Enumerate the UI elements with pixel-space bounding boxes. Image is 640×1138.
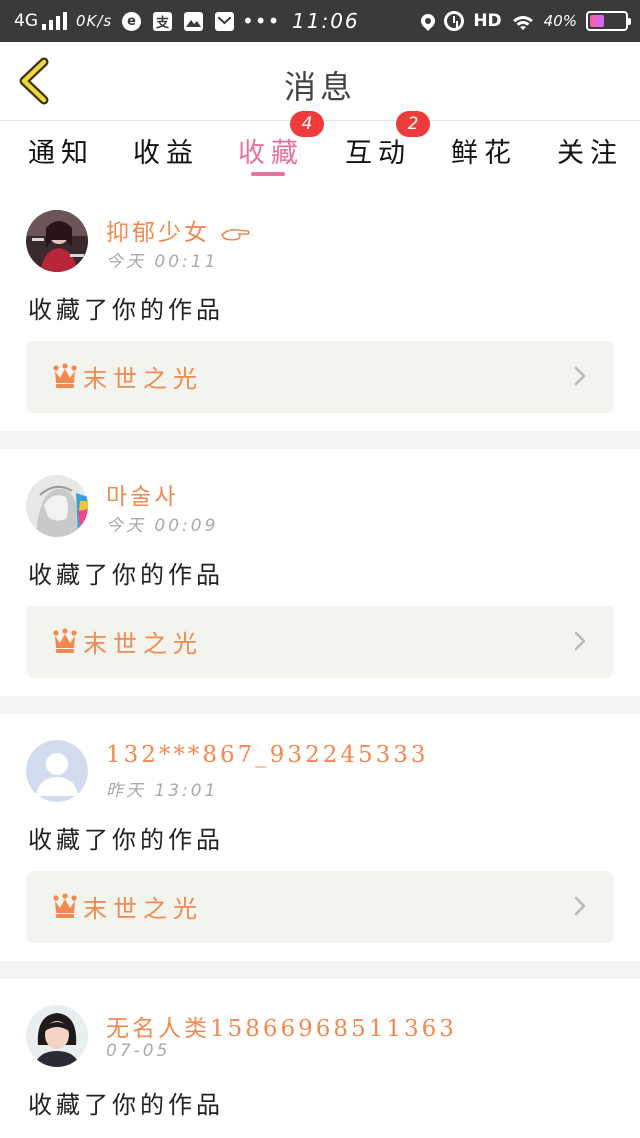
status-right: HD 40%	[418, 0, 631, 42]
card-separator	[0, 431, 640, 449]
page-title: 消息	[283, 68, 356, 106]
alarm-icon	[444, 11, 465, 31]
crown-icon	[53, 628, 77, 653]
message-time: 今天 00:09	[106, 516, 219, 536]
hd-indicator: HD	[473, 11, 502, 31]
message-action: 收藏了你的作品	[28, 561, 224, 589]
tab-notifications[interactable]: 通知	[28, 131, 94, 177]
work-title: 末世之光	[83, 630, 203, 658]
message-time: 昨天 13:01	[106, 781, 219, 801]
username-text: 抑郁少女	[106, 220, 210, 246]
pointing-hand-icon	[221, 229, 251, 241]
signal-area: 4G	[14, 0, 75, 42]
avatar[interactable]	[26, 740, 88, 802]
message-time: 今天 00:11	[106, 252, 219, 272]
message-action: 收藏了你的作品	[28, 296, 224, 324]
message-action: 收藏了你的作品	[28, 1091, 224, 1119]
message-tabs: 通知 收益 收藏 互动 鲜花 关注 4 2	[0, 111, 640, 187]
more-notifications: •••	[242, 9, 281, 33]
message-username[interactable]: 132***867_932245333	[106, 742, 429, 768]
message-action: 收藏了你的作品	[28, 826, 224, 854]
battery-icon	[586, 11, 631, 31]
clock-time: 11:06	[292, 9, 360, 33]
status-bar: 4G 0K/s e 支 ••• 11:06 HD 40%	[0, 0, 640, 42]
notification-icons: e 支	[122, 0, 234, 42]
crown-icon	[53, 893, 77, 918]
battery-level	[590, 15, 604, 27]
card-separator	[0, 961, 640, 979]
battery-percent: 40%	[543, 12, 577, 30]
favorited-work-link[interactable]: 末世之光	[27, 606, 613, 678]
tab-flowers[interactable]: 鲜花	[451, 131, 517, 177]
crown-icon	[53, 363, 77, 388]
network-speed: 0K/s	[76, 12, 113, 30]
active-tab-indicator	[251, 172, 285, 176]
favorited-work-link[interactable]: 末世之光	[27, 341, 613, 413]
interactions-count-badge: 2	[396, 111, 430, 137]
tab-interactions[interactable]: 互动	[345, 131, 411, 177]
card-separator	[0, 696, 640, 714]
edge-browser-icon: e	[122, 11, 141, 31]
chevron-right-icon	[574, 896, 586, 916]
location-icon	[418, 11, 439, 31]
work-title: 末世之光	[83, 895, 203, 923]
avatar[interactable]	[26, 475, 88, 537]
tab-favorites[interactable]: 收藏	[238, 131, 304, 177]
message-username[interactable]: 抑郁少女	[106, 213, 251, 247]
tab-follows[interactable]: 关注	[557, 131, 623, 177]
chevron-right-icon	[574, 366, 586, 386]
alipay-icon: 支	[153, 11, 172, 31]
message-card: 无名人类15866968511363 07-05 收藏了你的作品	[0, 979, 640, 1138]
tab-earnings[interactable]: 收益	[133, 131, 199, 177]
message-time: 07-05	[106, 1041, 171, 1061]
app-header: 消息	[0, 42, 640, 120]
work-title: 末世之光	[83, 365, 203, 393]
message-card: 抑郁少女 今天 00:11 收藏了你的作品 末世之光	[0, 187, 640, 431]
message-card: 132***867_932245333 昨天 13:01 收藏了你的作品 末世之…	[0, 714, 640, 961]
signal-icon	[42, 12, 67, 30]
message-username[interactable]: 无名人类15866968511363	[106, 1009, 457, 1043]
wifi-icon	[510, 12, 535, 30]
favorited-work-link[interactable]: 末世之光	[27, 871, 613, 943]
favorites-count-badge: 4	[290, 111, 324, 137]
avatar[interactable]	[26, 210, 88, 272]
chevron-right-icon	[574, 631, 586, 651]
message-card: 마술사 今天 00:09 收藏了你的作品 末世之光	[0, 449, 640, 696]
photos-app-icon	[184, 11, 203, 31]
mail-app-icon	[215, 11, 234, 31]
message-username[interactable]: 마술사	[106, 477, 178, 511]
avatar[interactable]	[26, 1005, 88, 1067]
network-type: 4G	[14, 11, 38, 31]
